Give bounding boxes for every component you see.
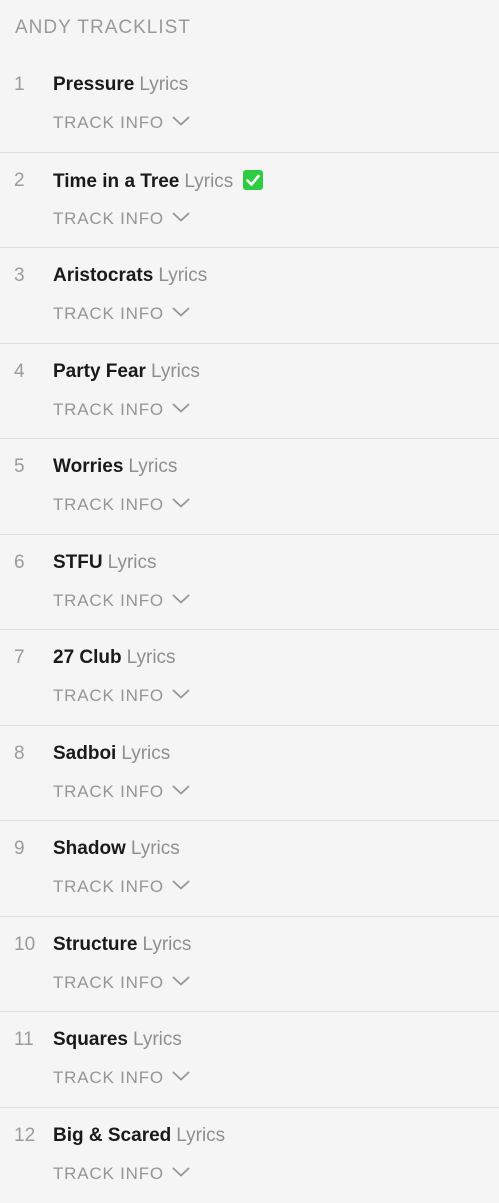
chevron-down-icon [172,497,190,509]
chevron-down-icon [172,1166,190,1178]
track-title-line: AristocratsLyrics [53,265,207,287]
track-title-link[interactable]: Time in a Tree [53,171,179,192]
lyrics-label: Lyrics [108,552,157,573]
track-info-button[interactable]: TRACK INFO [53,304,190,324]
track-row: 5 WorriesLyrics TRACK INFO [0,439,499,535]
track-row: 7 27 ClubLyrics TRACK INFO [0,630,499,726]
lyrics-label: Lyrics [184,171,233,192]
track-row: 9 ShadowLyrics TRACK INFO [0,821,499,917]
chevron-down-icon [172,975,190,987]
track-row: 10 StructureLyrics TRACK INFO [0,917,499,1013]
lyrics-label: Lyrics [139,74,188,95]
chevron-down-icon [172,402,190,414]
track-info-label: TRACK INFO [53,686,164,705]
track-title-line: PressureLyrics [53,74,188,96]
chevron-down-icon [172,115,190,127]
track-title-link[interactable]: Sadboi [53,743,116,764]
track-title-line: StructureLyrics [53,934,191,956]
track-info-button[interactable]: TRACK INFO [53,400,190,420]
lyrics-label: Lyrics [158,265,207,286]
track-info-label: TRACK INFO [53,113,164,132]
track-info-button[interactable]: TRACK INFO [53,877,190,897]
track-title-line: ShadowLyrics [53,838,180,860]
chevron-down-icon [172,1070,190,1082]
track-title-link[interactable]: Structure [53,934,137,955]
track-number: 1 [14,74,25,96]
track-title-link[interactable]: Worries [53,456,123,477]
track-title-line: SquaresLyrics [53,1029,182,1051]
track-row: 2 Time in a TreeLyrics TRACK INFO [0,153,499,249]
track-number: 3 [14,265,25,287]
track-number: 6 [14,552,25,574]
track-title-link[interactable]: Party Fear [53,361,146,382]
check-badge-icon [243,170,263,190]
track-number: 8 [14,743,25,765]
track-title-line: STFULyrics [53,552,157,574]
track-title-link[interactable]: STFU [53,552,103,573]
track-row: 6 STFULyrics TRACK INFO [0,535,499,631]
track-row: 1 PressureLyrics TRACK INFO [0,57,499,153]
track-title-link[interactable]: Pressure [53,74,134,95]
lyrics-label: Lyrics [128,456,177,477]
track-number: 2 [14,170,25,192]
track-info-label: TRACK INFO [53,400,164,419]
chevron-down-icon [172,306,190,318]
lyrics-label: Lyrics [121,743,170,764]
track-number: 11 [14,1029,34,1051]
track-number: 4 [14,361,25,383]
chevron-down-icon [172,688,190,700]
track-title-line: Time in a TreeLyrics [53,170,263,193]
track-row: 8 SadboiLyrics TRACK INFO [0,726,499,822]
track-title-line: WorriesLyrics [53,456,177,478]
track-row: 12 Big & ScaredLyrics TRACK INFO [0,1108,499,1203]
track-number: 7 [14,647,25,669]
track-title-line: Party FearLyrics [53,361,200,383]
track-row: 4 Party FearLyrics TRACK INFO [0,344,499,440]
track-info-label: TRACK INFO [53,1068,164,1087]
track-list: 1PressureLyricsTRACK INFO2Time in a Tree… [0,57,499,1203]
lyrics-label: Lyrics [133,1029,182,1050]
chevron-down-icon [172,879,190,891]
track-title-link[interactable]: 27 Club [53,647,122,668]
track-info-button[interactable]: TRACK INFO [53,686,190,706]
chevron-down-icon [172,593,190,605]
track-info-label: TRACK INFO [53,209,164,228]
track-row: 11 SquaresLyrics TRACK INFO [0,1012,499,1108]
track-info-button[interactable]: TRACK INFO [53,113,190,133]
track-info-label: TRACK INFO [53,591,164,610]
track-title-link[interactable]: Big & Scared [53,1125,171,1146]
lyrics-label: Lyrics [151,361,200,382]
track-info-button[interactable]: TRACK INFO [53,782,190,802]
lyrics-label: Lyrics [142,934,191,955]
track-info-button[interactable]: TRACK INFO [53,1164,190,1184]
lyrics-label: Lyrics [127,647,176,668]
track-title-link[interactable]: Aristocrats [53,265,153,286]
track-number: 12 [14,1125,35,1147]
track-title-line: SadboiLyrics [53,743,170,765]
track-title-link[interactable]: Squares [53,1029,128,1050]
track-info-label: TRACK INFO [53,495,164,514]
lyrics-label: Lyrics [176,1125,225,1146]
track-info-label: TRACK INFO [53,877,164,896]
track-info-button[interactable]: TRACK INFO [53,1068,190,1088]
track-number: 9 [14,838,25,860]
track-info-button[interactable]: TRACK INFO [53,495,190,515]
track-info-button[interactable]: TRACK INFO [53,209,190,229]
track-info-label: TRACK INFO [53,782,164,801]
track-info-button[interactable]: TRACK INFO [53,973,190,993]
track-title-line: 27 ClubLyrics [53,647,176,669]
track-row: 3 AristocratsLyrics TRACK INFO [0,248,499,344]
track-title-line: Big & ScaredLyrics [53,1125,225,1147]
track-title-link[interactable]: Shadow [53,838,126,859]
lyrics-label: Lyrics [131,838,180,859]
chevron-down-icon [172,784,190,796]
track-number: 5 [14,456,25,478]
tracklist-title: ANDY TRACKLIST [15,17,191,39]
chevron-down-icon [172,211,190,223]
track-info-label: TRACK INFO [53,304,164,323]
track-number: 10 [14,934,35,956]
track-info-label: TRACK INFO [53,1164,164,1183]
track-info-button[interactable]: TRACK INFO [53,591,190,611]
track-info-label: TRACK INFO [53,973,164,992]
